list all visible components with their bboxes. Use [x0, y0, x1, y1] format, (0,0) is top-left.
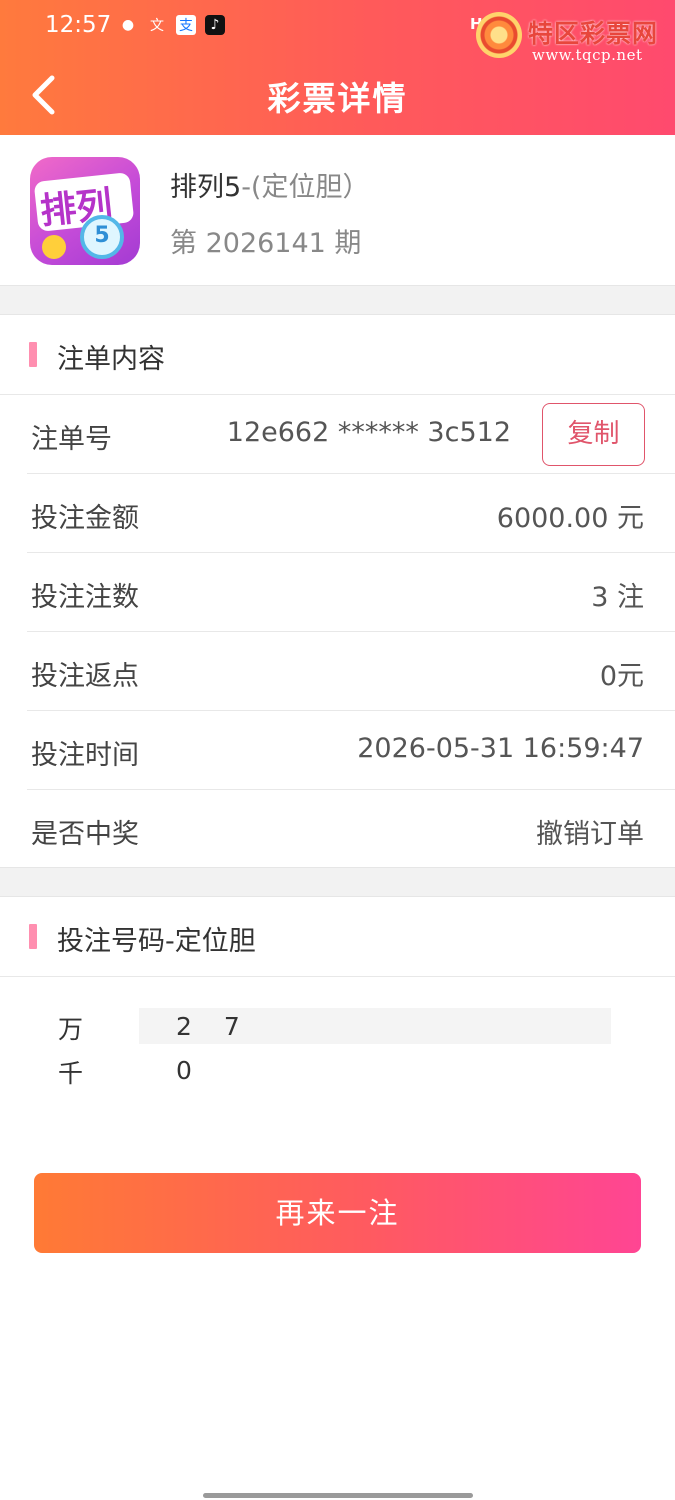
order-id-value: 12e662 ****** 3c512	[226, 417, 511, 448]
section-marker	[29, 342, 37, 367]
status-time: 12:57	[45, 12, 112, 38]
numbers-section-header: 投注号码-定位胆	[0, 897, 675, 977]
bet-row-count: 投注注数 3 注	[0, 553, 675, 632]
lottery-issue: 第 2026141 期	[170, 228, 362, 259]
section-marker	[29, 924, 37, 949]
watermark-logo: 特区彩票网 www.tqcp.net	[476, 8, 671, 64]
lottery-play-type: -(定位胆）	[241, 172, 370, 203]
bet-row-win-status: 是否中奖 撤销订单	[0, 790, 675, 869]
digit: 7	[223, 1011, 240, 1041]
section-divider	[0, 285, 675, 315]
lottery-name: 排列5-(定位胆）	[170, 165, 369, 204]
app-header: 12:57 ● 文 支 ♪ HD 特区彩票网 www.tqcp.net 彩票详情	[0, 0, 675, 135]
wechat-icon: ●	[121, 17, 135, 33]
row-label: 是否中奖	[31, 819, 139, 850]
number-row-wan: 万 2 7	[0, 1008, 675, 1046]
position-label: 万	[58, 1015, 84, 1044]
translate-icon: 文	[150, 18, 164, 34]
section-title: 注单内容	[57, 344, 165, 375]
row-value: 0元	[599, 661, 644, 692]
number-row-qian: 千 0	[0, 1052, 675, 1090]
lottery-name-text: 排列5	[170, 172, 242, 203]
row-value: 撤销订单	[536, 819, 644, 850]
watermark-emblem-icon	[476, 12, 522, 58]
row-value: 6000.00 元	[496, 503, 644, 534]
page-title: 彩票详情	[267, 79, 408, 118]
row-label: 投注时间	[31, 740, 139, 771]
bet-section-header: 注单内容	[0, 315, 675, 395]
watermark-url: www.tqcp.net	[532, 46, 643, 64]
home-indicator[interactable]	[203, 1493, 473, 1498]
bet-row-time: 投注时间 2026-05-31 16:59:47	[0, 711, 675, 790]
position-label: 千	[58, 1059, 84, 1088]
digit-list: 0	[139, 1052, 611, 1088]
section-divider	[0, 867, 675, 897]
bet-row-order-id: 注单号 12e662 ****** 3c512 复制	[0, 395, 675, 474]
tiktok-icon: ♪	[205, 15, 225, 35]
row-value: 3 注	[591, 582, 644, 613]
digit: 2	[176, 1011, 192, 1041]
bet-row-amount: 投注金额 6000.00 元	[0, 474, 675, 553]
bet-row-rebate: 投注返点 0元	[0, 632, 675, 711]
alipay-icon: 支	[176, 15, 196, 35]
bet-again-button[interactable]: 再来一注	[34, 1173, 641, 1253]
copy-button[interactable]: 复制	[542, 403, 645, 466]
row-label: 投注返点	[31, 661, 139, 692]
row-label: 投注注数	[31, 582, 139, 613]
row-label: 投注金额	[31, 503, 139, 534]
row-value: 2026-05-31 16:59:47	[357, 733, 644, 764]
lottery-card: 排列 5 排列5-(定位胆） 第 2026141 期	[0, 135, 675, 285]
row-label: 注单号	[31, 424, 112, 455]
section-title: 投注号码-定位胆	[57, 926, 256, 957]
lottery-logo-icon: 排列 5	[30, 157, 140, 265]
digit: 0	[176, 1055, 192, 1085]
notification-icons: ● 文 支 ♪	[118, 15, 225, 35]
digit-list: 2 7	[139, 1008, 611, 1044]
watermark-title: 特区彩票网	[528, 19, 659, 48]
